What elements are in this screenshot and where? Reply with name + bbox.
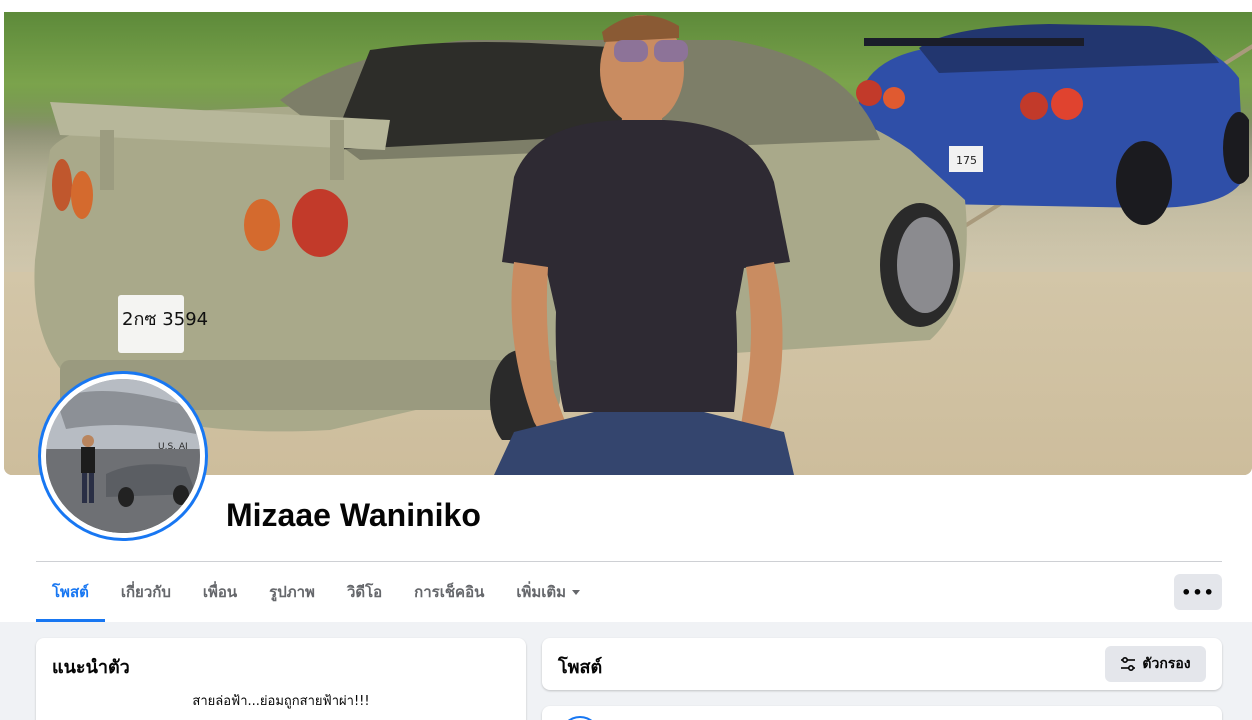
tab-about-label: เกี่ยวกับ [120,583,171,601]
more-options-icon: ••• [1181,582,1215,602]
tab-photos-label: รูปภาพ [269,583,315,601]
avatar-photo: U.S. AI [41,374,205,538]
caret-down-icon [572,589,581,595]
posts-title: โพสต์ [558,657,603,678]
tab-more[interactable]: เพิ่มเติม [500,562,596,622]
profile-name: Mizaae Waniniko [226,497,481,533]
profile-header: 175 2กซ 3594 U.S. AI Mizaae Waniniko โพส… [0,0,1252,622]
tab-friends[interactable]: เพื่อน [187,562,253,622]
tab-photos[interactable]: รูปภาพ [253,562,331,622]
intro-card: แนะนำตัว สายล่อฟ้า...ย่อมถูกสายฟ้าผ่า!!! [36,638,526,720]
profile-tabs: โพสต์ เกี่ยวกับ เพื่อน รูปภาพ วิดีโอ การ… [36,562,596,622]
intro-title: แนะนำตัว [52,657,130,678]
tab-posts[interactable]: โพสต์ [36,562,105,622]
tab-more-label: เพิ่มเติม [516,583,567,601]
tab-checkins[interactable]: การเช็คอิน [398,562,500,622]
post-author-avatar[interactable] [560,716,600,720]
silver-car-plate: 2กซ 3594 [122,309,208,330]
post-card [542,706,1222,720]
cover-person [494,15,794,475]
more-options-button[interactable]: ••• [1174,574,1222,610]
filter-sliders-icon [1121,657,1136,671]
tab-videos-label: วิดีโอ [346,583,383,601]
tab-friends-label: เพื่อน [202,583,238,601]
posts-header-card: โพสต์ ตัวกรอง [542,638,1222,690]
tab-videos[interactable]: วิดีโอ [331,562,398,622]
profile-avatar[interactable]: U.S. AI [38,371,208,541]
tab-about[interactable]: เกี่ยวกับ [105,562,187,622]
filter-label: ตัวกรอง [1142,656,1191,672]
intro-bio: สายล่อฟ้า...ย่อมถูกสายฟ้าผ่า!!! [192,694,370,709]
filter-button[interactable]: ตัวกรอง [1105,646,1206,682]
tab-checkins-label: การเช็คอิน [414,583,485,601]
tab-posts-label: โพสต์ [52,583,89,601]
avatar-scene: U.S. AI [46,379,200,533]
